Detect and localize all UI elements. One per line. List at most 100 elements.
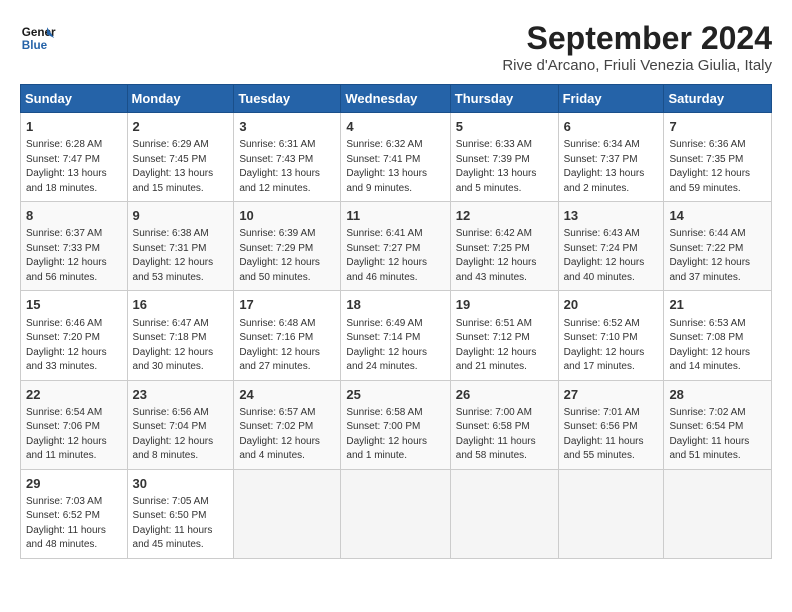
calendar-week-row: 15 Sunrise: 6:46 AM Sunset: 7:20 PM Dayli… (21, 291, 772, 380)
calendar-day-cell (450, 469, 558, 558)
weekday-header-wednesday: Wednesday (341, 85, 450, 113)
calendar-day-cell: 8 Sunrise: 6:37 AM Sunset: 7:33 PM Daylig… (21, 202, 128, 291)
day-number: 19 (456, 296, 553, 314)
weekday-header-thursday: Thursday (450, 85, 558, 113)
day-number: 11 (346, 207, 444, 225)
day-number: 24 (239, 386, 335, 404)
calendar-day-cell: 20 Sunrise: 6:52 AM Sunset: 7:10 PM Dayli… (558, 291, 664, 380)
calendar-day-cell: 30 Sunrise: 7:05 AM Sunset: 6:50 PM Dayli… (127, 469, 234, 558)
day-number: 14 (669, 207, 766, 225)
logo-icon: General Blue (20, 20, 56, 56)
day-info: Sunrise: 6:43 AM Sunset: 7:24 PM Dayligh… (564, 227, 659, 285)
day-number: 21 (669, 296, 766, 314)
calendar-day-cell: 19 Sunrise: 6:51 AM Sunset: 7:12 PM Dayli… (450, 291, 558, 380)
calendar-day-cell: 25 Sunrise: 6:58 AM Sunset: 7:00 PM Dayli… (341, 380, 450, 469)
day-info: Sunrise: 6:51 AM Sunset: 7:12 PM Dayligh… (456, 317, 553, 375)
calendar-day-cell (558, 469, 664, 558)
day-info: Sunrise: 6:57 AM Sunset: 7:02 PM Dayligh… (239, 406, 335, 464)
calendar-day-cell: 28 Sunrise: 7:02 AM Sunset: 6:54 PM Dayli… (664, 380, 772, 469)
day-info: Sunrise: 6:56 AM Sunset: 7:04 PM Dayligh… (133, 406, 229, 464)
day-info: Sunrise: 6:44 AM Sunset: 7:22 PM Dayligh… (669, 227, 766, 285)
day-number: 25 (346, 386, 444, 404)
day-number: 27 (564, 386, 659, 404)
svg-text:Blue: Blue (22, 39, 48, 52)
day-info: Sunrise: 6:28 AM Sunset: 7:47 PM Dayligh… (26, 138, 122, 196)
day-info: Sunrise: 7:02 AM Sunset: 6:54 PM Dayligh… (669, 406, 766, 464)
calendar-week-row: 1Sunrise: 6:28 AM Sunset: 7:47 PM Daylig… (21, 113, 772, 202)
calendar-day-cell: 7 Sunrise: 6:36 AM Sunset: 7:35 PM Daylig… (664, 113, 772, 202)
day-number: 18 (346, 296, 444, 314)
calendar-day-cell: 18Sunrise: 6:49 AM Sunset: 7:14 PM Dayli… (341, 291, 450, 380)
calendar-header-row: SundayMondayTuesdayWednesdayThursdayFrid… (21, 85, 772, 113)
calendar-day-cell (341, 469, 450, 558)
calendar-day-cell: 23 Sunrise: 6:56 AM Sunset: 7:04 PM Dayli… (127, 380, 234, 469)
day-number: 22 (26, 386, 122, 404)
day-info: Sunrise: 6:52 AM Sunset: 7:10 PM Dayligh… (564, 317, 659, 375)
day-info: Sunrise: 6:39 AM Sunset: 7:29 PM Dayligh… (239, 227, 335, 285)
title-area: September 2024 Rive d'Arcano, Friuli Ven… (502, 20, 772, 74)
calendar-day-cell: 27 Sunrise: 7:01 AM Sunset: 6:56 PM Dayli… (558, 380, 664, 469)
day-number: 6 (564, 118, 659, 136)
calendar-day-cell: 14 Sunrise: 6:44 AM Sunset: 7:22 PM Dayli… (664, 202, 772, 291)
calendar-day-cell: 24 Sunrise: 6:57 AM Sunset: 7:02 PM Dayli… (234, 380, 341, 469)
day-number: 29 (26, 475, 122, 493)
calendar-day-cell: 26 Sunrise: 7:00 AM Sunset: 6:58 PM Dayli… (450, 380, 558, 469)
calendar-day-cell: 5 Sunrise: 6:33 AM Sunset: 7:39 PM Daylig… (450, 113, 558, 202)
calendar-day-cell: 6 Sunrise: 6:34 AM Sunset: 7:37 PM Daylig… (558, 113, 664, 202)
day-number: 28 (669, 386, 766, 404)
weekday-header-sunday: Sunday (21, 85, 128, 113)
calendar-day-cell: 3 Sunrise: 6:31 AM Sunset: 7:43 PM Daylig… (234, 113, 341, 202)
calendar-week-row: 8 Sunrise: 6:37 AM Sunset: 7:33 PM Daylig… (21, 202, 772, 291)
calendar-day-cell: 4Sunrise: 6:32 AM Sunset: 7:41 PM Daylig… (341, 113, 450, 202)
day-number: 5 (456, 118, 553, 136)
day-number: 8 (26, 207, 122, 225)
calendar-day-cell: 2Sunrise: 6:29 AM Sunset: 7:45 PM Daylig… (127, 113, 234, 202)
day-info: Sunrise: 6:33 AM Sunset: 7:39 PM Dayligh… (456, 138, 553, 196)
day-info: Sunrise: 6:34 AM Sunset: 7:37 PM Dayligh… (564, 138, 659, 196)
weekday-header-tuesday: Tuesday (234, 85, 341, 113)
weekday-header-monday: Monday (127, 85, 234, 113)
calendar-week-row: 29 Sunrise: 7:03 AM Sunset: 6:52 PM Dayli… (21, 469, 772, 558)
calendar-week-row: 22 Sunrise: 6:54 AM Sunset: 7:06 PM Dayli… (21, 380, 772, 469)
day-number: 13 (564, 207, 659, 225)
day-info: Sunrise: 6:42 AM Sunset: 7:25 PM Dayligh… (456, 227, 553, 285)
calendar-day-cell (664, 469, 772, 558)
month-year: September 2024 (502, 20, 772, 57)
logo: General Blue (20, 20, 56, 56)
day-number: 9 (133, 207, 229, 225)
calendar-day-cell: 16Sunrise: 6:47 AM Sunset: 7:18 PM Dayli… (127, 291, 234, 380)
day-number: 30 (133, 475, 229, 493)
day-number: 23 (133, 386, 229, 404)
calendar-day-cell: 12 Sunrise: 6:42 AM Sunset: 7:25 PM Dayli… (450, 202, 558, 291)
day-number: 26 (456, 386, 553, 404)
day-info: Sunrise: 7:00 AM Sunset: 6:58 PM Dayligh… (456, 406, 553, 464)
day-number: 3 (239, 118, 335, 136)
day-info: Sunrise: 6:48 AM Sunset: 7:16 PM Dayligh… (239, 317, 335, 375)
calendar-day-cell: 11Sunrise: 6:41 AM Sunset: 7:27 PM Dayli… (341, 202, 450, 291)
day-info: Sunrise: 6:58 AM Sunset: 7:00 PM Dayligh… (346, 406, 444, 464)
day-info: Sunrise: 7:03 AM Sunset: 6:52 PM Dayligh… (26, 495, 122, 553)
weekday-header-friday: Friday (558, 85, 664, 113)
day-info: Sunrise: 6:36 AM Sunset: 7:35 PM Dayligh… (669, 138, 766, 196)
day-info: Sunrise: 6:46 AM Sunset: 7:20 PM Dayligh… (26, 317, 122, 375)
day-number: 17 (239, 296, 335, 314)
day-info: Sunrise: 6:54 AM Sunset: 7:06 PM Dayligh… (26, 406, 122, 464)
calendar-day-cell: 13 Sunrise: 6:43 AM Sunset: 7:24 PM Dayli… (558, 202, 664, 291)
calendar-day-cell: 22 Sunrise: 6:54 AM Sunset: 7:06 PM Dayli… (21, 380, 128, 469)
svg-text:General: General (22, 26, 56, 39)
calendar-day-cell: 9Sunrise: 6:38 AM Sunset: 7:31 PM Daylig… (127, 202, 234, 291)
day-info: Sunrise: 6:31 AM Sunset: 7:43 PM Dayligh… (239, 138, 335, 196)
calendar-day-cell: 1Sunrise: 6:28 AM Sunset: 7:47 PM Daylig… (21, 113, 128, 202)
day-number: 7 (669, 118, 766, 136)
day-info: Sunrise: 7:01 AM Sunset: 6:56 PM Dayligh… (564, 406, 659, 464)
day-info: Sunrise: 6:53 AM Sunset: 7:08 PM Dayligh… (669, 317, 766, 375)
day-info: Sunrise: 7:05 AM Sunset: 6:50 PM Dayligh… (133, 495, 229, 553)
day-number: 20 (564, 296, 659, 314)
calendar-day-cell: 29 Sunrise: 7:03 AM Sunset: 6:52 PM Dayli… (21, 469, 128, 558)
day-info: Sunrise: 6:37 AM Sunset: 7:33 PM Dayligh… (26, 227, 122, 285)
calendar-day-cell: 21 Sunrise: 6:53 AM Sunset: 7:08 PM Dayli… (664, 291, 772, 380)
day-number: 4 (346, 118, 444, 136)
day-number: 12 (456, 207, 553, 225)
day-info: Sunrise: 6:29 AM Sunset: 7:45 PM Dayligh… (133, 138, 229, 196)
day-number: 15 (26, 296, 122, 314)
